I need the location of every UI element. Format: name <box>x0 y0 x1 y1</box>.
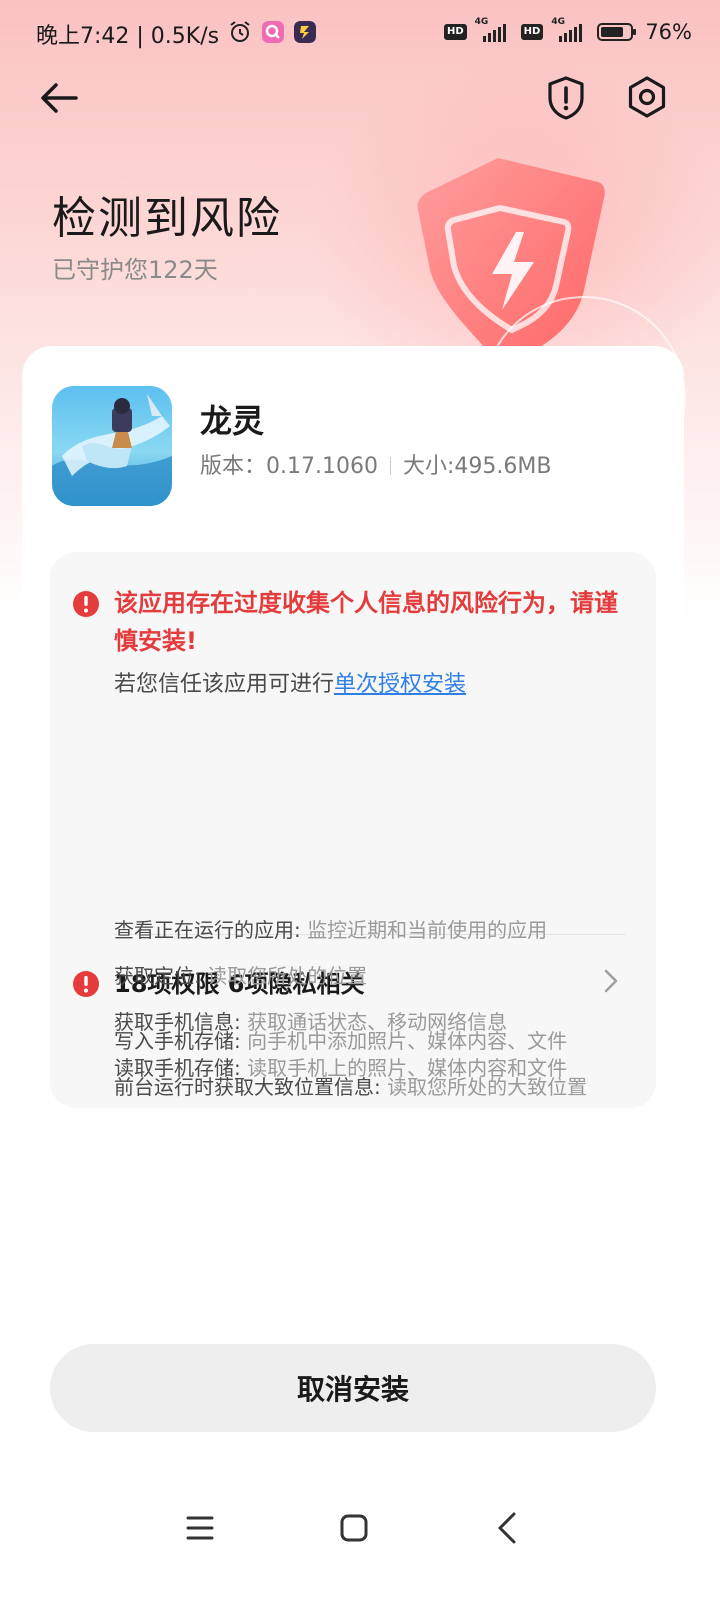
permission-name: 获取定位: <box>114 964 201 988</box>
back-arrow-icon[interactable] <box>36 76 84 120</box>
permission-desc: 读取手机上的照片、媒体内容和文件 <box>240 1056 568 1080</box>
permission-item: 读取手机存储: 读取手机上的照片、媒体内容和文件 <box>114 1052 567 1081</box>
app-notification-icon <box>262 21 284 43</box>
size-label: 大小: <box>402 454 455 479</box>
app-info-card: 龙灵 版本：0.17.1060 大小:495.6MB 该应用存在过度收集个人信息的… <box>22 346 684 1166</box>
warning-icon <box>73 971 99 997</box>
protection-days: 已守护您122天 <box>52 256 218 284</box>
permission-name: 查看正在运行的应用: <box>114 918 301 942</box>
game-notification-icon <box>294 21 316 43</box>
battery-icon <box>597 23 637 41</box>
settings-icon[interactable] <box>624 74 670 120</box>
app-name: 龙灵 <box>200 402 265 440</box>
alarm-icon <box>230 21 250 42</box>
version-label: 版本： <box>200 454 267 479</box>
shield-alert-icon[interactable] <box>544 74 588 122</box>
permission-desc: 读取您所处的位置 <box>200 964 368 988</box>
permission-name: 获取手机信息: <box>114 1010 241 1034</box>
permission-item: 查看正在运行的应用: 监控近期和当前使用的应用 <box>114 914 547 943</box>
risk-warning-text: 该应用存在过度收集个人信息的风险行为，请谨慎安装! <box>114 589 618 655</box>
permission-desc: 监控近期和当前使用的应用 <box>300 918 548 942</box>
home-icon[interactable] <box>334 1508 374 1548</box>
status-time: 晚上7:42 | 0.5K/s <box>36 24 220 49</box>
permission-desc: 获取通话状态、移动网络信息 <box>240 1010 508 1034</box>
hd-badge: HD <box>443 24 467 40</box>
cancel-install-button[interactable]: 取消安装 <box>50 1344 656 1432</box>
trust-install-text: 若您信任该应用可进行单次授权安装 <box>114 666 466 698</box>
battery-level <box>601 27 623 37</box>
page-title: 检测到风险 <box>52 193 282 244</box>
chevron-right-icon[interactable] <box>598 966 624 996</box>
signal-icon: 4G <box>473 17 515 44</box>
back-icon[interactable] <box>488 1508 528 1548</box>
trust-prefix: 若您信任该应用可进行 <box>114 672 335 697</box>
battery-percent: 76% <box>645 20 692 44</box>
hd-badge: HD <box>520 24 544 40</box>
menu-icon[interactable] <box>180 1508 220 1548</box>
permission-name: 读取手机存储: <box>114 1056 241 1080</box>
permission-item: 获取定位: 读取您所处的位置 <box>114 960 367 989</box>
app-icon <box>52 386 172 506</box>
permission-item: 获取手机信息: 获取通话状态、移动网络信息 <box>114 1006 507 1035</box>
single-authorize-install-link[interactable]: 单次授权安装 <box>334 672 466 697</box>
meta-divider <box>389 457 391 475</box>
app-meta: 版本：0.17.1060 大小:495.6MB <box>200 448 551 480</box>
warning-icon <box>73 591 99 617</box>
status-system-icons: HD 4G HD 4G 76% <box>443 16 692 48</box>
signal-icon: 4G <box>549 17 591 44</box>
status-bar: 晚上7:42 | 0.5K/s HD 4G HD 4G 76% <box>0 0 720 66</box>
version-value: 0.17.1060 <box>266 454 378 479</box>
size-value: 495.6MB <box>454 454 552 479</box>
status-notification-icons <box>228 18 316 46</box>
